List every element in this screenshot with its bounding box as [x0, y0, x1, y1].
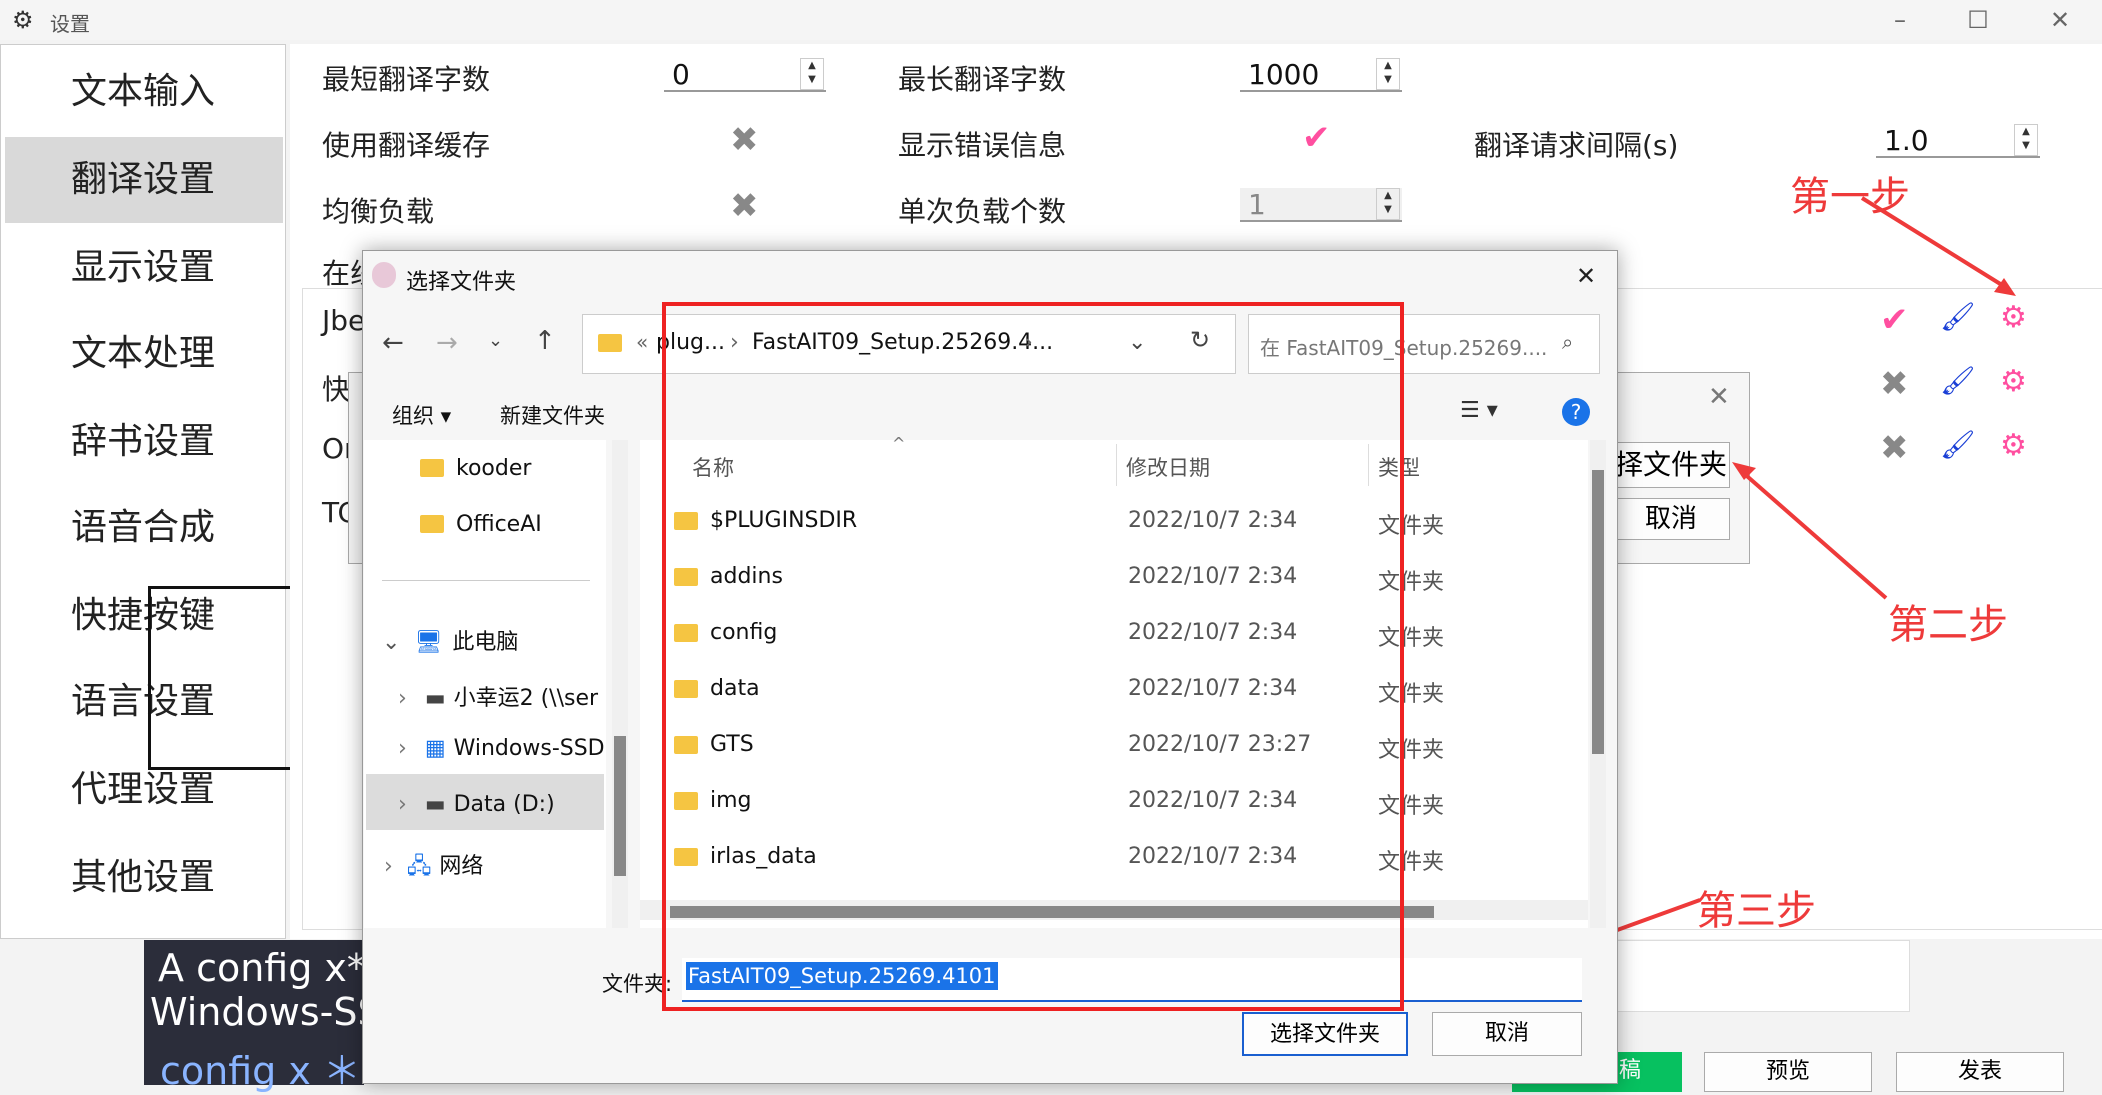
- tree-item-data-drive[interactable]: › ▬ Data (D:): [398, 792, 555, 817]
- tree-item-label: 此电脑: [452, 630, 519, 655]
- drive-icon: ▬: [424, 792, 446, 817]
- overlay-line-2: Windows-SS: [150, 990, 382, 1034]
- tree-item-label: 小幸运2 (\\ser: [453, 686, 599, 711]
- tree-item-label: kooder: [456, 456, 532, 481]
- button-label: 预览: [1765, 1059, 1810, 1084]
- highlight-rectangle: [662, 302, 1404, 1011]
- folder-icon: [420, 515, 444, 533]
- chevron-right-icon[interactable]: ›: [384, 854, 393, 879]
- up-arrow-icon[interactable]: ↑: [534, 326, 556, 356]
- computer-icon: 🖥: [414, 630, 443, 655]
- drive-icon: ▬: [424, 686, 446, 711]
- back-arrow-icon[interactable]: ←: [382, 328, 404, 358]
- overlay-line-3: config x ＊2: [160, 1049, 386, 1093]
- tree-item-label: OfficeAI: [456, 512, 542, 537]
- chevron-down-icon[interactable]: ⌄: [488, 330, 503, 351]
- tree-item-label: Windows-SSD: [453, 736, 604, 761]
- folder-icon: [420, 459, 444, 477]
- app-avatar-icon: [372, 262, 396, 288]
- chevron-down-icon[interactable]: ⌄: [382, 630, 400, 655]
- tree-item-network[interactable]: › 🖧 网络: [384, 848, 483, 887]
- view-mode-button[interactable]: ☰ ▾: [1460, 398, 1498, 423]
- tree-item-windows-ssd[interactable]: › ▦ Windows-SSD: [398, 736, 604, 761]
- preview-button[interactable]: 预览: [1704, 1052, 1872, 1092]
- windows-drive-icon: ▦: [424, 736, 446, 761]
- cancel-button[interactable]: 取消: [1432, 1012, 1582, 1056]
- breadcrumb-overflow[interactable]: «: [636, 330, 648, 354]
- new-folder-button[interactable]: 新建文件夹: [500, 400, 605, 430]
- vertical-scrollbar-thumb[interactable]: [1592, 470, 1604, 754]
- button-label: 发表: [1957, 1059, 2002, 1084]
- chevron-right-icon[interactable]: ›: [398, 792, 407, 817]
- network-icon: 🖧: [406, 854, 432, 879]
- tree-divider: [382, 580, 590, 581]
- tree-item-this-pc[interactable]: ⌄ 🖥 此电脑: [382, 624, 518, 656]
- chevron-right-icon[interactable]: ›: [398, 736, 407, 761]
- close-icon[interactable]: ✕: [1576, 262, 1596, 290]
- publish-button[interactable]: 发表: [1896, 1052, 2064, 1092]
- tree-item-officeai[interactable]: OfficeAI: [420, 512, 542, 537]
- browser-fragment: [1600, 940, 1910, 1012]
- button-label: 取消: [1484, 1021, 1529, 1046]
- forward-arrow-icon[interactable]: →: [436, 328, 458, 358]
- dialog-title: 选择文件夹: [406, 270, 517, 295]
- select-folder-button[interactable]: 选择文件夹: [1242, 1012, 1408, 1056]
- tree-scrollbar-thumb[interactable]: [614, 736, 626, 876]
- button-label: 选择文件夹: [1269, 1022, 1380, 1047]
- tree-item-kooder[interactable]: kooder: [420, 456, 531, 481]
- help-icon[interactable]: ?: [1562, 398, 1590, 426]
- chevron-right-icon[interactable]: ›: [398, 686, 407, 711]
- tree-item-network-drive[interactable]: › ▬ 小幸运2 (\\ser: [398, 680, 604, 712]
- folder-icon: [598, 334, 622, 352]
- tree-item-label: 网络: [439, 854, 484, 879]
- search-icon[interactable]: ⌕: [1562, 330, 1573, 354]
- organize-menu[interactable]: 组织 ▾: [392, 400, 451, 430]
- tree-item-label: Data (D:): [453, 792, 555, 817]
